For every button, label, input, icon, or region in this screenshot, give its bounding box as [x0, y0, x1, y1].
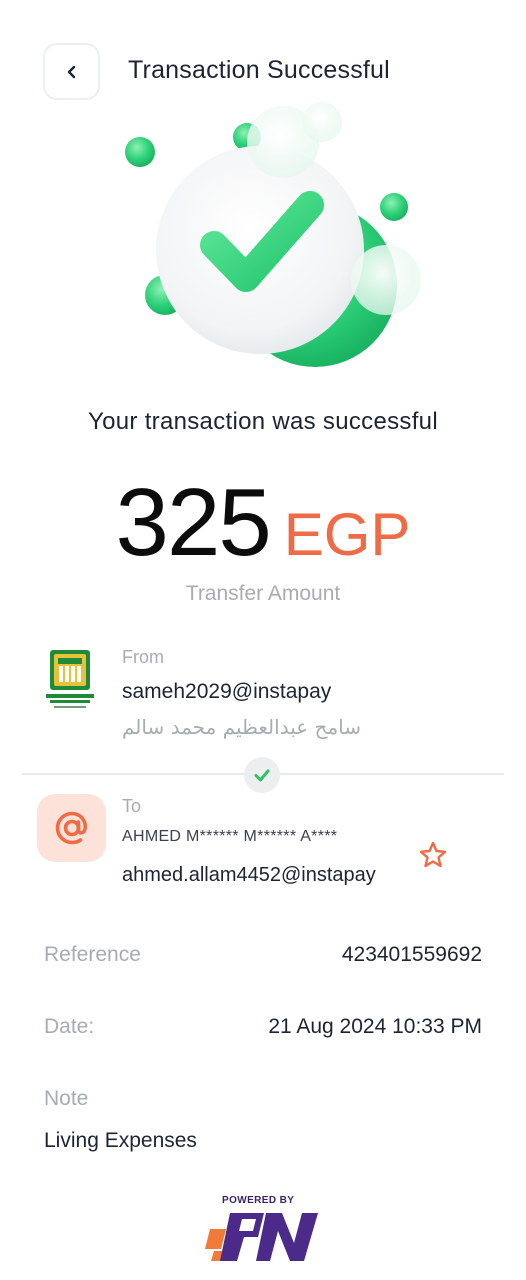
success-illustration	[125, 102, 421, 367]
bank-logo	[46, 650, 94, 708]
amount-value: 325	[115, 469, 272, 576]
amount: 325 EGP	[0, 468, 526, 578]
at-icon	[55, 811, 87, 845]
amount-label: Transfer Amount	[185, 582, 341, 605]
from-address: sameh2029@instapay	[122, 680, 332, 703]
to-label: To	[122, 796, 142, 816]
date-label: Date:	[44, 1015, 95, 1038]
date-value: 21 Aug 2024 10:33 PM	[268, 1015, 482, 1038]
check-icon	[254, 769, 270, 782]
page-title: Transaction Successful	[128, 56, 390, 84]
recipient-masked-name: AHMED M****** M****** A****	[122, 828, 338, 845]
divider-check-badge	[244, 757, 280, 793]
recipient-avatar	[37, 794, 106, 862]
success-message: Your transaction was successful	[88, 408, 438, 435]
reference-value: 423401559692	[341, 943, 482, 966]
powered-by-label: POWERED BY	[222, 1195, 295, 1206]
amount-currency: EGP	[283, 501, 411, 568]
back-button[interactable]	[43, 43, 100, 100]
note-label: Note	[44, 1087, 89, 1110]
recipient-address: ahmed.allam4452@instapay	[122, 864, 376, 886]
star-icon[interactable]	[418, 840, 448, 870]
from-label: From	[122, 647, 164, 667]
from-name: سامح عبدالعظيم محمد سالم	[122, 715, 362, 739]
ipn-logo	[205, 1213, 318, 1261]
reference-label: Reference	[44, 943, 141, 966]
note-value: Living Expenses	[44, 1129, 197, 1152]
chevron-left-icon	[67, 65, 75, 78]
